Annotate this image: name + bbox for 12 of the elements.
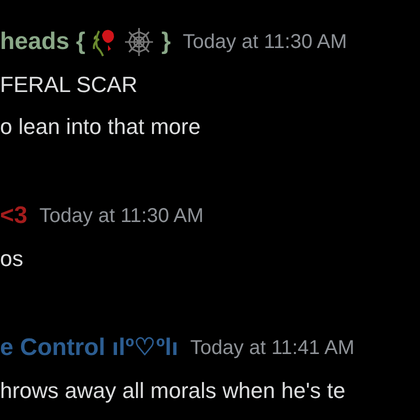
- message-text: o lean into that more: [0, 113, 202, 141]
- message-text: os: [0, 245, 24, 273]
- username[interactable]: heads {: [0, 24, 86, 60]
- timestamp: Today at 11:30 AM: [39, 204, 204, 229]
- timestamp: Today at 11:41 AM: [190, 336, 354, 361]
- username[interactable]: e Control ılº♡ºlı: [0, 330, 178, 366]
- message-text: hrows away all morals when he's te: [0, 377, 346, 405]
- username-brace: }: [161, 27, 171, 57]
- spider-web-icon: [123, 26, 156, 58]
- message-text: FERAL SCAR: [0, 71, 138, 99]
- username[interactable]: <3: [0, 198, 28, 234]
- timestamp: Today at 11:30 AM: [182, 30, 347, 55]
